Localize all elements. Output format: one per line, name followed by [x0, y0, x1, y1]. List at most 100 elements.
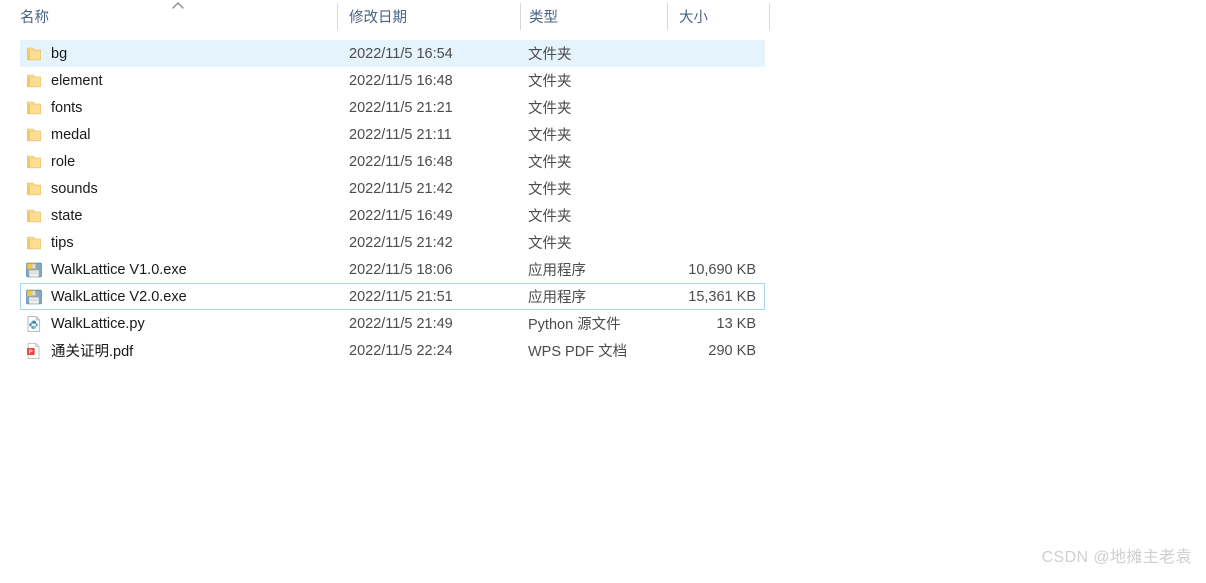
- cell-date-modified: 2022/11/5 21:42: [349, 180, 453, 197]
- cell-date-modified: 2022/11/5 16:49: [349, 207, 453, 224]
- cell-type: Python 源文件: [528, 317, 621, 333]
- cell-date-modified: 2022/11/5 21:21: [349, 99, 453, 116]
- file-row-content[interactable]: element 2022/11/5 16:48 文件夹: [20, 67, 765, 94]
- folder-icon: [25, 45, 43, 63]
- file-row-content[interactable]: sounds 2022/11/5 21:42 文件夹: [20, 175, 765, 202]
- file-row[interactable]: WalkLattice V2.0.exe 2022/11/5 21:51 应用程序 1…: [0, 283, 1206, 310]
- cell-date-modified: 2022/11/5 21:51: [349, 288, 453, 305]
- cell-name[interactable]: element: [25, 68, 335, 93]
- file-name-label: element: [51, 72, 103, 89]
- file-name-label: sounds: [51, 180, 98, 197]
- cell-type: 文件夹: [528, 236, 572, 252]
- file-row[interactable]: medal 2022/11/5 21:11 文件夹: [0, 121, 1206, 148]
- cell-type: 应用程序: [528, 290, 586, 306]
- file-row-content[interactable]: WalkLattice.py 2022/11/5 21:49 Python 源文件 1…: [20, 310, 765, 337]
- cell-size: 290 KB: [708, 342, 756, 359]
- file-name-label: 通关证明.pdf: [51, 344, 134, 360]
- file-row[interactable]: fonts 2022/11/5 21:21 文件夹: [0, 94, 1206, 121]
- column-header-size-label: 大小: [679, 10, 708, 26]
- file-row-content[interactable]: WalkLattice V2.0.exe 2022/11/5 21:51 应用程序 1…: [20, 283, 765, 310]
- file-name-label: role: [51, 153, 76, 170]
- application-exe-icon: [25, 261, 43, 279]
- cell-name[interactable]: state: [25, 203, 335, 228]
- file-name-label: WalkLattice V1.0.exe: [51, 261, 187, 278]
- cell-type: 文件夹: [528, 74, 572, 90]
- file-row[interactable]: element 2022/11/5 16:48 文件夹: [0, 67, 1206, 94]
- file-row-content[interactable]: P 通关证明.pdf 2022/11/5 22:24 WPS PDF 文档 290 K…: [20, 337, 765, 364]
- cell-type: 文件夹: [528, 128, 572, 144]
- file-name-label: state: [51, 207, 83, 224]
- pdf-file-icon: P: [25, 342, 43, 360]
- file-row[interactable]: state 2022/11/5 16:49 文件夹: [0, 202, 1206, 229]
- column-header-name-label: 名称: [20, 10, 49, 26]
- cell-date-modified: 2022/11/5 16:48: [349, 153, 453, 170]
- column-header-date-modified[interactable]: 修改日期: [349, 0, 520, 31]
- file-row-content[interactable]: tips 2022/11/5 21:42 文件夹: [20, 229, 765, 256]
- column-header-size[interactable]: 大小: [679, 0, 770, 31]
- folder-icon: [25, 99, 43, 117]
- cell-date-modified: 2022/11/5 21:42: [349, 234, 453, 251]
- cell-type: 文件夹: [528, 155, 572, 171]
- file-row[interactable]: bg 2022/11/5 16:54 文件夹: [0, 40, 1206, 67]
- cell-type: 文件夹: [528, 101, 572, 117]
- cell-name[interactable]: bg: [25, 41, 335, 66]
- cell-name[interactable]: WalkLattice V2.0.exe: [25, 284, 335, 309]
- file-row-content[interactable]: medal 2022/11/5 21:11 文件夹: [20, 121, 765, 148]
- folder-icon: [25, 126, 43, 144]
- cell-name[interactable]: sounds: [25, 176, 335, 201]
- file-row[interactable]: tips 2022/11/5 21:42 文件夹: [0, 229, 1206, 256]
- file-row-content[interactable]: WalkLattice V1.0.exe 2022/11/5 18:06 应用程序 1…: [20, 256, 765, 283]
- cell-type: 文件夹: [528, 209, 572, 225]
- cell-size: [671, 41, 760, 66]
- file-row-content[interactable]: fonts 2022/11/5 21:21 文件夹: [20, 94, 765, 121]
- cell-name[interactable]: role: [25, 149, 335, 174]
- file-row[interactable]: WalkLattice.py 2022/11/5 21:49 Python 源文件 1…: [0, 310, 1206, 337]
- file-row-content[interactable]: state 2022/11/5 16:49 文件夹: [20, 202, 765, 229]
- cell-size: [671, 122, 760, 147]
- cell-type: WPS PDF 文档: [528, 344, 628, 360]
- column-divider-date-modified[interactable]: [520, 3, 521, 30]
- cell-name[interactable]: WalkLattice V1.0.exe: [25, 257, 335, 282]
- cell-name[interactable]: medal: [25, 122, 335, 147]
- cell-date-modified: 2022/11/5 21:11: [349, 126, 452, 143]
- application-exe-icon: [25, 288, 43, 306]
- file-name-label: tips: [51, 234, 74, 251]
- cell-size: [671, 176, 760, 201]
- cell-size: [671, 95, 760, 120]
- cell-name[interactable]: fonts: [25, 95, 335, 120]
- column-divider-name[interactable]: [337, 3, 338, 30]
- file-row[interactable]: role 2022/11/5 16:48 文件夹: [0, 148, 1206, 175]
- cell-date-modified: 2022/11/5 16:54: [349, 45, 453, 62]
- cell-type: 文件夹: [528, 182, 572, 198]
- cell-name[interactable]: WalkLattice.py: [25, 311, 335, 336]
- file-row[interactable]: sounds 2022/11/5 21:42 文件夹: [0, 175, 1206, 202]
- cell-date-modified: 2022/11/5 16:48: [349, 72, 453, 89]
- column-divider-size[interactable]: [769, 3, 770, 30]
- file-row[interactable]: WalkLattice V1.0.exe 2022/11/5 18:06 应用程序 1…: [0, 256, 1206, 283]
- column-header-type-label: 类型: [529, 10, 558, 26]
- folder-icon: [25, 180, 43, 198]
- file-name-label: fonts: [51, 99, 83, 116]
- cell-size: [671, 149, 760, 174]
- csdn-watermark: CSDN @地摊主老袁: [1041, 549, 1192, 566]
- folder-icon: [25, 153, 43, 171]
- column-header-date-modified-label: 修改日期: [349, 10, 407, 26]
- column-header-bar: 名称 修改日期 类型 大小: [0, 0, 770, 31]
- cell-size: [671, 230, 760, 255]
- file-row-content[interactable]: role 2022/11/5 16:48 文件夹: [20, 148, 765, 175]
- cell-name[interactable]: tips: [25, 230, 335, 255]
- cell-type: 应用程序: [528, 263, 586, 279]
- python-file-icon: [25, 315, 43, 333]
- folder-icon: [25, 72, 43, 90]
- file-name-label: bg: [51, 45, 68, 62]
- column-divider-type[interactable]: [667, 3, 668, 30]
- svg-text:P: P: [29, 349, 33, 355]
- file-row[interactable]: P 通关证明.pdf 2022/11/5 22:24 WPS PDF 文档 290 K…: [0, 337, 1206, 364]
- file-row-content[interactable]: bg 2022/11/5 16:54 文件夹: [20, 40, 765, 67]
- cell-name[interactable]: P 通关证明.pdf: [25, 338, 335, 363]
- folder-icon: [25, 207, 43, 225]
- column-header-type[interactable]: 类型: [529, 0, 667, 31]
- column-header-name[interactable]: 名称: [20, 0, 337, 31]
- cell-date-modified: 2022/11/5 22:24: [349, 342, 453, 359]
- cell-date-modified: 2022/11/5 21:49: [349, 315, 453, 332]
